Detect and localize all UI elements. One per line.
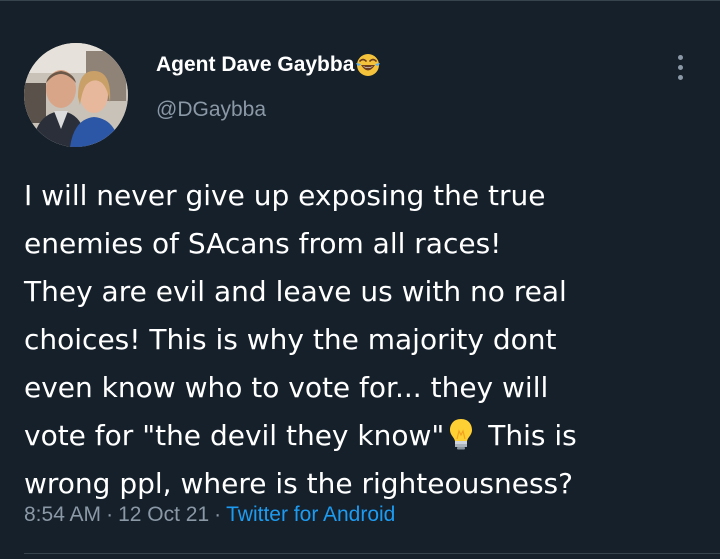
tweet-date[interactable]: 12 Oct 21: [118, 503, 209, 526]
tweet-line-with-emoji: vote for "the devil they know" This is: [24, 412, 694, 460]
tweet-source-link[interactable]: Twitter for Android: [226, 503, 395, 526]
tweet-line: enemies of SAcans from all races!: [24, 227, 502, 260]
more-dot-icon: [677, 54, 683, 60]
face-with-tears-of-joy-icon: [356, 54, 381, 76]
meta-separator: ·: [106, 503, 114, 526]
tweet-line: choices! This is why the majority dont: [24, 323, 557, 356]
more-dot-icon: [677, 74, 683, 80]
tweet-time[interactable]: 8:54 AM: [24, 503, 101, 526]
more-dot-icon: [677, 64, 683, 70]
light-bulb-icon: [450, 419, 473, 450]
author-display-name[interactable]: Agent Dave Gaybba: [156, 52, 381, 78]
avatar-photo: [24, 43, 128, 147]
bottom-divider: [24, 553, 720, 554]
more-options-button[interactable]: [668, 50, 692, 84]
avatar[interactable]: [24, 43, 128, 147]
tweet-line: wrong ppl, where is the righteousness?: [24, 467, 573, 500]
tweet-text: I will never give up exposing the true e…: [24, 172, 694, 508]
tweet-line: I will never give up exposing the true: [24, 179, 546, 212]
meta-separator: ·: [214, 503, 222, 526]
tweet-line: They are evil and leave us with no real: [24, 275, 567, 308]
tweet-line-segment: vote for "the devil they know": [24, 419, 445, 452]
author-display-name-text: Agent Dave Gaybba: [156, 53, 355, 76]
top-divider: [0, 0, 720, 1]
tweet-line-segment: This is: [488, 419, 577, 452]
tweet-meta: 8:54 AM · 12 Oct 21 · Twitter for Android: [24, 503, 395, 527]
tweet-line: even know who to vote for... they will: [24, 371, 549, 404]
author-handle[interactable]: @DGaybba: [156, 98, 266, 122]
